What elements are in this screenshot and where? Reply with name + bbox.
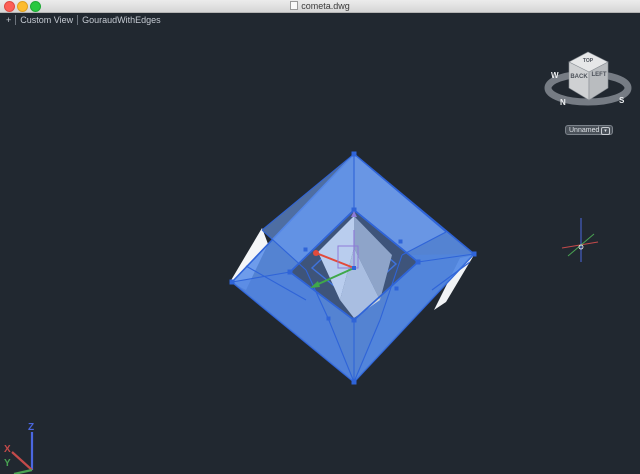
viewcube-face-top[interactable]: TOP	[583, 58, 594, 64]
chevron-down-icon: ▾	[601, 127, 610, 135]
ucs-menu-button[interactable]: Unnamed ▾	[565, 125, 613, 135]
viewcube-face-front[interactable]: BACK	[570, 74, 588, 80]
ucs-menu-label: Unnamed	[569, 127, 600, 134]
viewcube-face-right[interactable]: LEFT	[592, 72, 607, 78]
compass-west[interactable]: W	[551, 71, 559, 80]
ucs-x-label: X	[4, 444, 11, 455]
ucs-labels: Z X Y	[4, 422, 34, 469]
model-viewport[interactable]: TOP BACK LEFT W S N Z X Y	[0, 0, 640, 474]
3d-orbit-pivot-icon	[561, 218, 599, 262]
compass-north[interactable]: N	[560, 98, 566, 107]
compass-south[interactable]: S	[619, 96, 625, 105]
ucs-y-label: Y	[4, 458, 11, 469]
ucs-z-label: Z	[28, 422, 34, 433]
ucs-icon	[11, 432, 34, 474]
